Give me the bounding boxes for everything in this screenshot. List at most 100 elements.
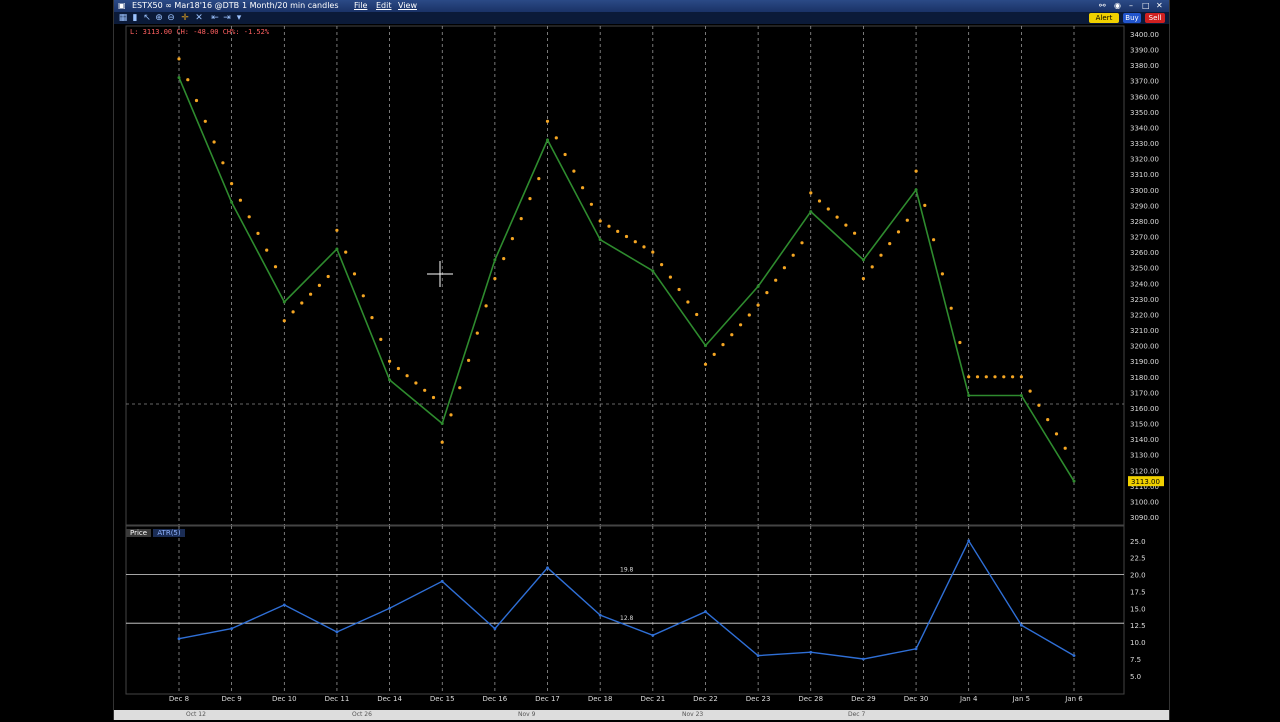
sar-dot <box>879 253 883 257</box>
price-tick-label: 3290.00 <box>1130 202 1159 210</box>
x-tick-label: Dec 17 <box>535 695 560 703</box>
sar-dot <box>774 278 778 282</box>
sar-dot <box>449 413 453 417</box>
sar-dot <box>905 218 909 222</box>
zoom-in-icon[interactable]: ⊕ <box>154 13 164 23</box>
sar-dot <box>1028 389 1032 393</box>
delete-icon[interactable]: ✕ <box>194 13 204 23</box>
price-tick-label: 3370.00 <box>1130 78 1159 86</box>
price-tick-label: 3140.00 <box>1130 436 1159 444</box>
sar-dot <box>475 331 479 335</box>
x-tick-label: Dec 22 <box>693 695 718 703</box>
sar-dot <box>230 182 234 186</box>
sar-dot <box>695 312 699 317</box>
x-tick-label: Jan 5 <box>1012 695 1030 703</box>
alert-button[interactable]: Alert <box>1089 13 1119 23</box>
close-icon[interactable]: ✕ <box>1156 0 1163 12</box>
sar-dot <box>370 316 374 320</box>
atr-point <box>704 610 707 614</box>
chart-type-icon[interactable]: ▦ <box>118 13 128 23</box>
sar-dot <box>1037 403 1041 407</box>
atr-point <box>493 627 497 630</box>
overview-label: Nov 23 <box>682 711 704 718</box>
sar-dot <box>686 300 690 304</box>
price-point <box>177 76 181 80</box>
x-tick-label: Dec 8 <box>169 695 189 703</box>
price-tick-label: 3190.00 <box>1130 358 1159 366</box>
sar-dot <box>1002 375 1006 379</box>
atr-point <box>756 654 760 657</box>
symbol-selector[interactable]: ESTX50 ∞ Mar18'16 @DTB <box>132 0 239 12</box>
price-point <box>546 138 550 142</box>
sar-dot <box>458 386 462 390</box>
tab-atr[interactable]: ATR(5) <box>153 529 185 537</box>
sar-dot <box>870 265 874 269</box>
sar-dot <box>1054 432 1059 436</box>
sar-dot <box>519 217 523 221</box>
sar-dot <box>493 277 497 281</box>
overview-scrollbar[interactable]: Oct 12 Oct 26 Nov 9 Nov 23 Dec 7 <box>114 710 1169 720</box>
sar-dot <box>721 343 725 347</box>
price-tick-label: 3230.00 <box>1130 296 1159 304</box>
chart-canvas[interactable]: 3400.00 3390.00 3380.00 3370.00 3360.00 3350.… <box>114 24 1169 722</box>
sar-dot <box>730 333 734 337</box>
x-tick-label: Dec 11 <box>325 695 350 703</box>
zoom-out-icon[interactable]: ⊖ <box>166 13 176 23</box>
sar-dot <box>598 219 602 223</box>
sar-dot <box>993 375 997 379</box>
minimize-icon[interactable]: – <box>1129 0 1133 12</box>
atr-tick-label: 22.5 <box>1130 555 1146 563</box>
overview-label: Oct 26 <box>352 711 372 718</box>
sar-dot <box>388 359 392 363</box>
atr-point <box>546 566 549 570</box>
sar-dot <box>309 292 313 296</box>
sar-dot <box>414 381 418 385</box>
sar-dot <box>203 119 207 123</box>
x-tick-label: Dec 15 <box>430 695 455 703</box>
price-point <box>809 210 813 214</box>
pin-icon[interactable]: ◉ <box>1114 0 1121 12</box>
title-bar: ▣ ESTX50 ∞ Mar18'16 @DTB 1 Month/20 min … <box>114 0 1169 12</box>
sar-dot <box>572 169 576 173</box>
price-tick-label: 3310.00 <box>1130 171 1159 179</box>
atr-point <box>230 627 234 630</box>
menu-view[interactable]: View <box>398 0 417 12</box>
crosshair-icon[interactable]: ✛ <box>180 13 190 23</box>
price-tick-label: 3200.00 <box>1130 343 1159 351</box>
price-tick-label: 3100.00 <box>1130 498 1159 506</box>
atr-point <box>914 647 918 651</box>
sar-dot <box>344 250 348 254</box>
price-tick-label: 3150.00 <box>1130 421 1159 429</box>
link-icon[interactable]: ⚯ <box>1099 0 1106 12</box>
atr-tick-label: 17.5 <box>1130 588 1146 596</box>
sar-dot <box>817 199 822 203</box>
dropdown-icon[interactable]: ▾ <box>234 13 244 23</box>
sar-dot <box>1046 418 1050 422</box>
sar-dot <box>238 198 242 202</box>
scroll-left-icon[interactable]: ⇤ <box>210 13 220 23</box>
menu-file[interactable]: File <box>354 0 367 12</box>
maximize-icon[interactable]: □ <box>1142 0 1150 12</box>
buy-button[interactable]: Buy <box>1123 13 1141 23</box>
price-tick-label: 3210.00 <box>1130 327 1159 335</box>
price-point <box>651 269 655 273</box>
scroll-right-icon[interactable]: ⇥ <box>222 13 232 23</box>
sar-dot <box>502 257 506 261</box>
sell-button[interactable]: Sell <box>1145 13 1165 23</box>
sar-dot <box>756 303 760 307</box>
price-tick-label: 3400.00 <box>1130 31 1159 39</box>
bar-chart-icon[interactable]: ▮ <box>130 13 140 23</box>
atr-level-low-label: 12.8 <box>620 615 634 622</box>
price-tick-label: 3300.00 <box>1130 187 1159 195</box>
tab-price[interactable]: Price <box>126 529 152 537</box>
price-tick-label: 3250.00 <box>1130 265 1159 273</box>
sar-dot <box>256 231 260 235</box>
period-selector[interactable]: 1 Month/20 min candles <box>242 0 339 12</box>
menu-edit[interactable]: Edit <box>376 0 392 12</box>
sar-dot <box>809 191 813 195</box>
sar-dot <box>396 366 400 371</box>
sar-dot <box>826 207 830 211</box>
x-tick-label: Dec 10 <box>272 695 297 703</box>
cursor-icon[interactable]: ↖ <box>142 13 152 23</box>
sar-dot <box>712 352 716 356</box>
